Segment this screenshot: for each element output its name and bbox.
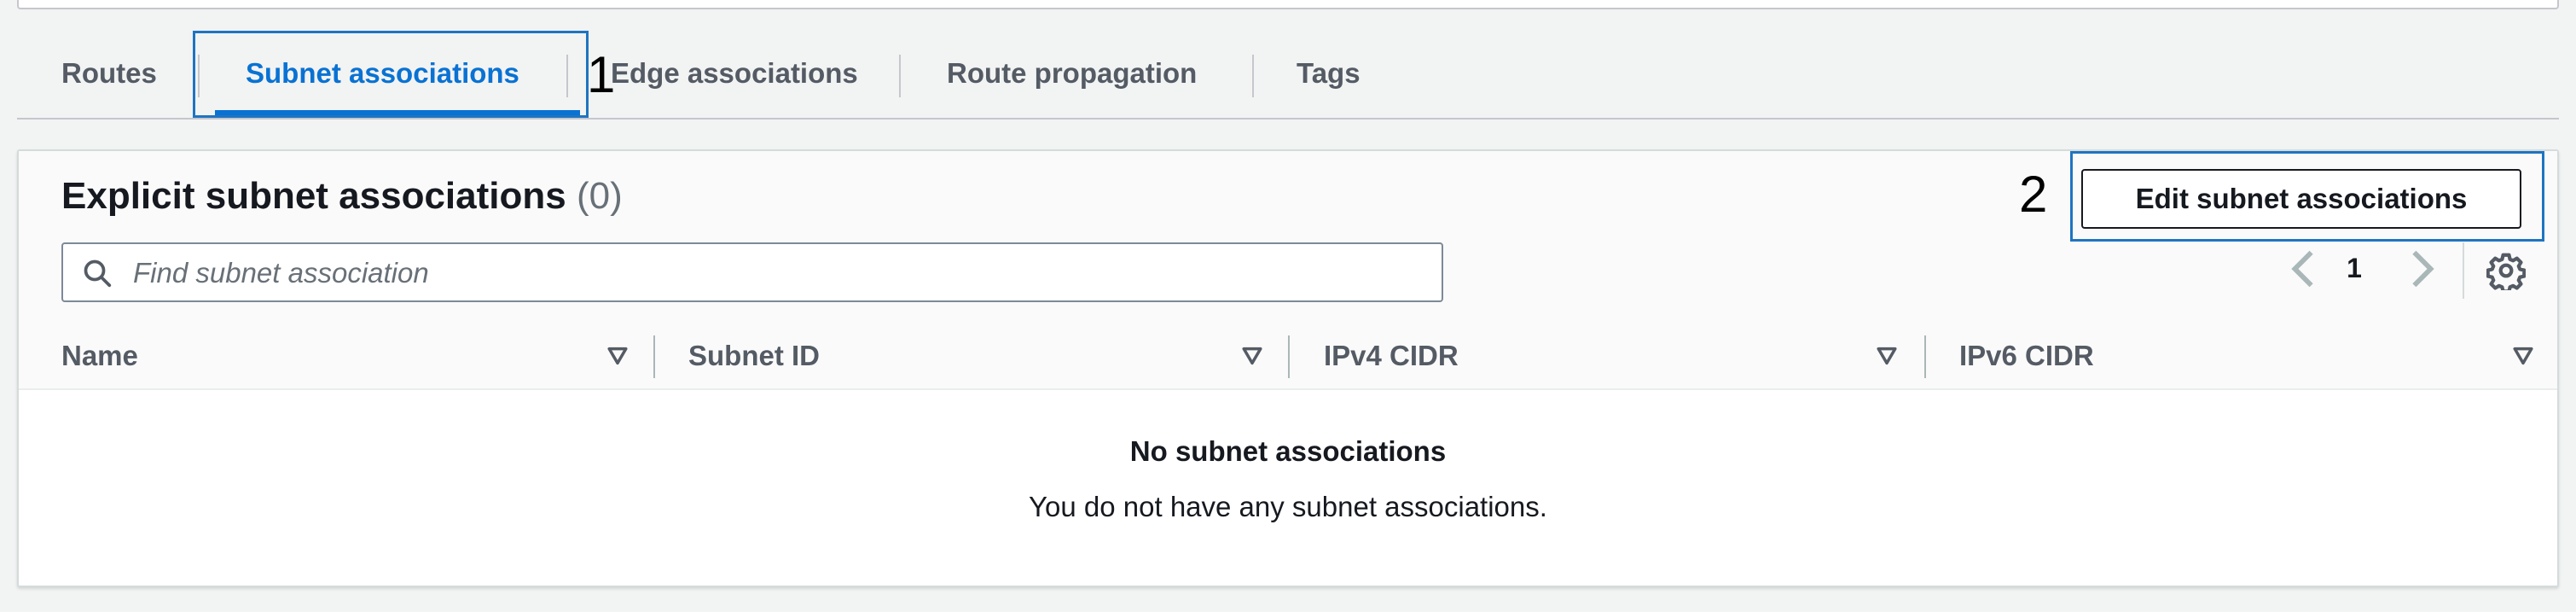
pagination-current-page[interactable]: 1 <box>2337 247 2371 289</box>
tab-routes[interactable]: Routes <box>61 29 157 118</box>
chevron-left-icon[interactable] <box>2286 248 2320 290</box>
column-header-name[interactable]: Name <box>61 323 138 388</box>
annotation-highlight-box <box>193 31 589 118</box>
annotation-marker: 1 <box>587 46 616 103</box>
previous-panel-edge <box>17 0 2559 9</box>
column-header-ipv6-cidr[interactable]: IPv6 CIDR <box>1959 323 2094 388</box>
panel-header: Explicit subnet associations (0) 2 Edit … <box>19 151 2557 325</box>
panel-count: (0) <box>576 175 623 217</box>
sort-caret-down-icon[interactable] <box>1240 344 1264 368</box>
tab-divider <box>1252 55 1254 97</box>
tab-tags[interactable]: Tags <box>1297 29 1361 118</box>
panel-title: Explicit subnet associations (0) <box>61 175 623 218</box>
empty-state-title: No subnet associations <box>1129 435 1447 467</box>
subnet-associations-panel: Explicit subnet associations (0) 2 Edit … <box>17 149 2559 587</box>
tab-divider <box>899 55 901 97</box>
gear-icon[interactable] <box>2486 251 2526 290</box>
edit-subnet-associations-button[interactable]: Edit subnet associations <box>2081 169 2521 229</box>
sort-caret-down-icon[interactable] <box>606 344 629 368</box>
search-input[interactable] <box>131 244 1414 302</box>
search-field <box>61 242 1443 302</box>
search-icon <box>84 259 112 288</box>
column-divider[interactable] <box>1288 335 1290 378</box>
tab-route-propagation[interactable]: Route propagation <box>947 29 1197 118</box>
pagination-divider <box>2463 242 2464 299</box>
panel-title-text: Explicit subnet associations <box>61 175 566 217</box>
table-header: Name Subnet ID IPv4 CIDR IPv6 CIDR <box>19 323 2557 390</box>
annotation-marker: 2 <box>2019 166 2048 223</box>
column-divider[interactable] <box>1924 335 1926 378</box>
column-divider[interactable] <box>653 335 655 378</box>
chevron-right-icon[interactable] <box>2405 248 2440 290</box>
empty-state-description: You do not have any subnet associations. <box>1029 491 1547 522</box>
column-header-subnet-id[interactable]: Subnet ID <box>688 323 820 388</box>
sort-caret-down-icon[interactable] <box>2511 344 2535 368</box>
column-header-ipv4-cidr[interactable]: IPv4 CIDR <box>1324 323 1459 388</box>
sort-caret-down-icon[interactable] <box>1875 344 1899 368</box>
tab-edge-associations[interactable]: Edge associations <box>611 29 858 118</box>
